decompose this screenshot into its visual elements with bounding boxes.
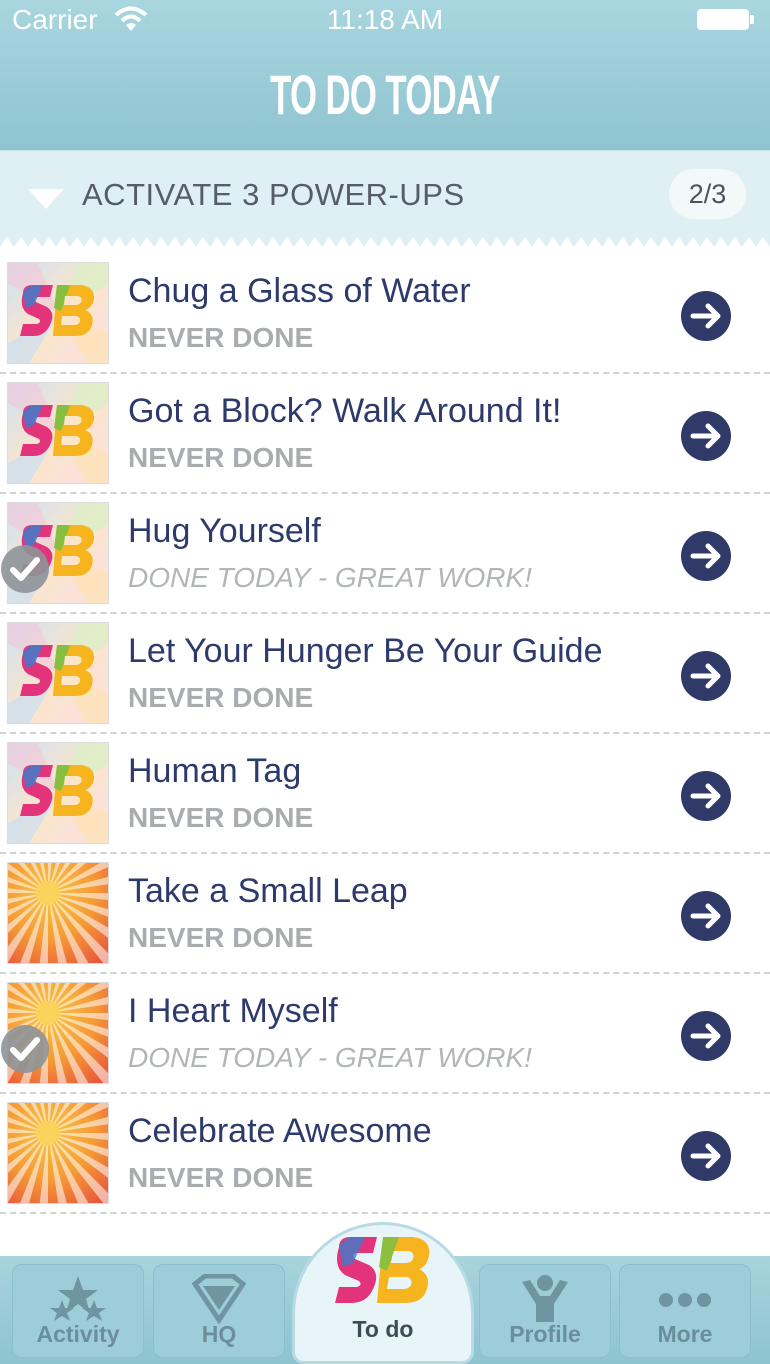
task-status: NEVER DONE [128,922,314,953]
task-title: Human Tag [128,752,302,790]
progress-badge: 2/3 [669,169,746,219]
task-row[interactable]: Take a Small Leap NEVER DONE [0,854,770,974]
status-bar: Carrier 11:18 AM [0,0,770,42]
tab-hq[interactable]: HQ [153,1264,285,1358]
task-status: NEVER DONE [128,442,314,473]
task-title: Got a Block? Walk Around It! [128,392,562,430]
page-title: TO DO TODAY [270,63,500,126]
task-status: DONE TODAY - GREAT WORK! [128,562,532,593]
tab-label-activity: Activity [36,1321,120,1347]
tab-activity[interactable]: Activity [12,1264,144,1358]
arrow-right-icon[interactable] [680,650,732,702]
stars-icon [50,1276,106,1321]
sb-logo-thumbnail [7,742,109,844]
tab-label-todo: To do [352,1316,414,1342]
task-row[interactable]: Hug Yourself DONE TODAY - GREAT WORK! [0,494,770,614]
collapse-triangle-icon[interactable] [28,189,64,209]
person-icon [522,1275,568,1322]
power-ups-section-header[interactable]: ACTIVATE 3 POWER-UPS 2/3 [0,150,770,247]
task-row[interactable]: I Heart Myself DONE TODAY - GREAT WORK! [0,974,770,1094]
sb-logo-thumbnail [7,262,109,364]
task-title: Take a Small Leap [128,872,408,910]
tab-todo[interactable]: To do [292,1222,474,1364]
arrow-right-icon[interactable] [680,290,732,342]
battery-icon [697,9,749,30]
section-title: ACTIVATE 3 POWER-UPS [82,177,465,212]
zigzag-edge [0,237,770,247]
task-row[interactable]: Let Your Hunger Be Your Guide NEVER DONE [0,614,770,734]
tab-label-more: More [657,1321,713,1347]
checkmark-icon [1,1025,49,1073]
sb-logo-thumbnail [7,382,109,484]
battery-tip [750,15,754,24]
task-title: Let Your Hunger Be Your Guide [128,632,603,670]
task-status: DONE TODAY - GREAT WORK! [128,1042,532,1073]
tab-more[interactable]: More [619,1264,751,1358]
task-row[interactable]: Chug a Glass of Water NEVER DONE [0,254,770,374]
arrow-right-icon[interactable] [680,530,732,582]
task-status: NEVER DONE [128,1162,314,1193]
sunburst-thumbnail [7,862,109,964]
arrow-right-icon[interactable] [680,770,732,822]
task-title: I Heart Myself [128,992,338,1030]
task-title: Chug a Glass of Water [128,272,471,310]
sunburst-thumbnail [7,1102,109,1204]
task-status: NEVER DONE [128,802,314,833]
arrow-right-icon[interactable] [680,1130,732,1182]
navigation-header: Carrier 11:18 AM TO DO TODAY [0,0,770,150]
task-list: Chug a Glass of Water NEVER DONE Got a Blo… [0,254,770,1214]
checkmark-icon [1,545,49,593]
sb-logo-thumbnail [7,622,109,724]
sb-logo-icon [335,1237,430,1303]
tab-bar: Activity HQ To do Profile More [0,1222,770,1364]
tab-label-profile: Profile [509,1321,581,1347]
arrow-right-icon[interactable] [680,890,732,942]
task-title: Celebrate Awesome [128,1112,432,1150]
more-dots-icon [659,1293,711,1307]
task-status: NEVER DONE [128,682,314,713]
task-status: NEVER DONE [128,322,314,353]
tab-label-hq: HQ [201,1321,237,1347]
task-title: Hug Yourself [128,512,321,550]
tab-profile[interactable]: Profile [479,1264,611,1358]
clock: 11:18 AM [326,4,444,35]
task-row[interactable]: Celebrate Awesome NEVER DONE [0,1094,770,1214]
task-row[interactable]: Human Tag NEVER DONE [0,734,770,854]
arrow-right-icon[interactable] [680,1010,732,1062]
hq-shield-icon [191,1274,247,1324]
task-row[interactable]: Got a Block? Walk Around It! NEVER DONE [0,374,770,494]
arrow-right-icon[interactable] [680,410,732,462]
